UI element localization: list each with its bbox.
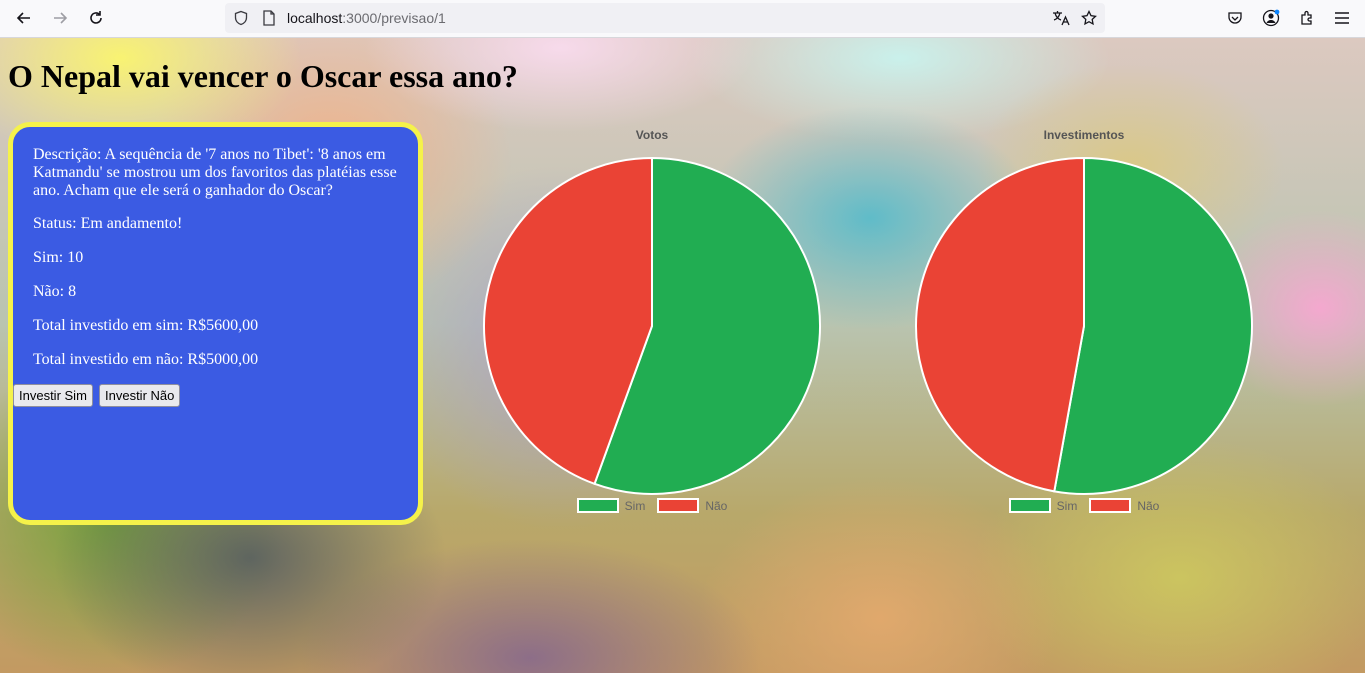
back-arrow-icon xyxy=(16,12,30,24)
investments-legend: Sim Não xyxy=(904,498,1264,513)
total-no-text: Total investido em não: R$5000,00 xyxy=(33,351,259,368)
votes-pie-svg xyxy=(483,156,821,495)
browser-toolbar: localhost:3000/previsao/1 xyxy=(0,0,1365,38)
legend-label: Não xyxy=(1137,498,1160,513)
total-yes-text: Total investido em sim: R$5600,00 xyxy=(33,317,259,334)
bookmark-star-icon[interactable] xyxy=(1080,9,1098,27)
chart-title: Investimentos xyxy=(1043,128,1125,142)
no-votes-text: Não: 8 xyxy=(33,283,77,300)
url-bar[interactable]: localhost:3000/previsao/1 xyxy=(225,3,1105,33)
url-text[interactable]: localhost:3000/previsao/1 xyxy=(287,10,446,26)
forward-button[interactable] xyxy=(47,5,73,31)
pocket-icon[interactable] xyxy=(1226,9,1244,27)
pie-slice-nao[interactable] xyxy=(915,156,1085,493)
legend-swatch xyxy=(576,498,619,513)
menu-icon[interactable] xyxy=(1332,8,1352,28)
translate-icon[interactable] xyxy=(1051,9,1071,27)
yes-votes-text: Sim: 10 xyxy=(33,249,84,266)
investments-pie-svg xyxy=(915,156,1253,495)
legend-swatch xyxy=(657,498,700,513)
legend-item[interactable]: Não xyxy=(657,498,727,513)
legend-swatch xyxy=(1089,498,1132,513)
legend-swatch xyxy=(1008,498,1051,513)
reload-button[interactable] xyxy=(83,5,109,31)
page-title: O Nepal vai vencer o Oscar essa ano? xyxy=(8,58,518,94)
legend-item[interactable]: Não xyxy=(1089,498,1159,513)
legend-label: Sim xyxy=(1056,498,1078,513)
forward-arrow-icon xyxy=(54,12,68,24)
description-text: Descrição: A sequência de '7 anos no Tib… xyxy=(33,146,397,199)
status-text: Status: Em andamento! xyxy=(33,215,183,232)
reload-icon xyxy=(90,11,102,24)
chart-title: Votos xyxy=(635,128,669,142)
extensions-icon[interactable] xyxy=(1297,8,1317,28)
account-icon[interactable] xyxy=(1261,8,1281,28)
url-host: localhost xyxy=(287,10,343,26)
invest-no-button[interactable]: Investir Não xyxy=(99,384,181,407)
legend-label: Sim xyxy=(624,498,646,513)
votes-legend: Sim Não xyxy=(472,498,832,513)
votes-pie-chart: Votos Sim Não xyxy=(472,123,832,523)
prediction-card: Descrição: A sequência de '7 anos no Tib… xyxy=(8,122,423,525)
page-content: O Nepal vai vencer o Oscar essa ano? Des… xyxy=(0,38,1365,673)
legend-item[interactable]: Sim xyxy=(1008,498,1078,513)
shield-icon[interactable] xyxy=(232,9,250,27)
investments-pie-chart: Investimentos Sim Não xyxy=(904,123,1264,523)
legend-item[interactable]: Sim xyxy=(576,498,646,513)
url-path: :3000/previsao/1 xyxy=(342,10,446,26)
back-button[interactable] xyxy=(11,5,37,31)
page-icon[interactable] xyxy=(260,9,278,27)
invest-yes-button[interactable]: Investir Sim xyxy=(13,384,93,407)
legend-label: Não xyxy=(705,498,728,513)
